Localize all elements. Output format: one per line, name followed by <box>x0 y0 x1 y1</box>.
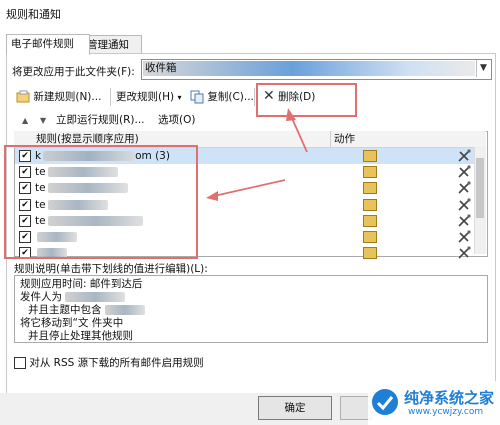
description-line: 并且停止处理其他规则 <box>28 330 133 342</box>
description-line-text: 并且主题中包含 <box>28 304 105 316</box>
annotation-arrowhead-rules <box>206 191 218 201</box>
rss-checkbox[interactable] <box>14 357 26 369</box>
blurred-sender-link[interactable] <box>65 292 126 302</box>
watermark: 纯净系统之家 www.ycwjzy.com <box>368 381 500 425</box>
annotation-arrow-rules <box>213 179 286 197</box>
rss-rules-checkbox-row[interactable]: 对从 RSS 源下载的所有邮件启用规则 <box>14 355 204 370</box>
watermark-text: 纯净系统之家 <box>404 389 495 407</box>
watermark-url: www.ycwjzy.com <box>408 407 484 417</box>
rss-checkbox-label: 对从 RSS 源下载的所有邮件启用规则 <box>29 357 204 369</box>
description-line-text: 发件人为 <box>20 291 66 303</box>
rule-description-label: 规则说明(单击带下划线的值进行编辑)(L): <box>14 263 208 275</box>
description-line: 发件人为 <box>20 291 126 303</box>
blurred-subject-link[interactable] <box>104 305 145 315</box>
description-line: 将它移动到“文 件夹中 <box>20 317 124 329</box>
annotation-arrowhead-delete <box>286 108 296 121</box>
description-line: 并且主题中包含 <box>28 304 145 316</box>
watermark-logo-icon <box>372 389 398 415</box>
ok-button[interactable]: 确定 <box>258 396 332 420</box>
tab-email-rules[interactable]: 电子邮件规则 <box>6 34 90 55</box>
description-line: 规则应用时间: 邮件到达后 <box>20 278 143 290</box>
annotation-arrow-delete <box>290 115 308 153</box>
